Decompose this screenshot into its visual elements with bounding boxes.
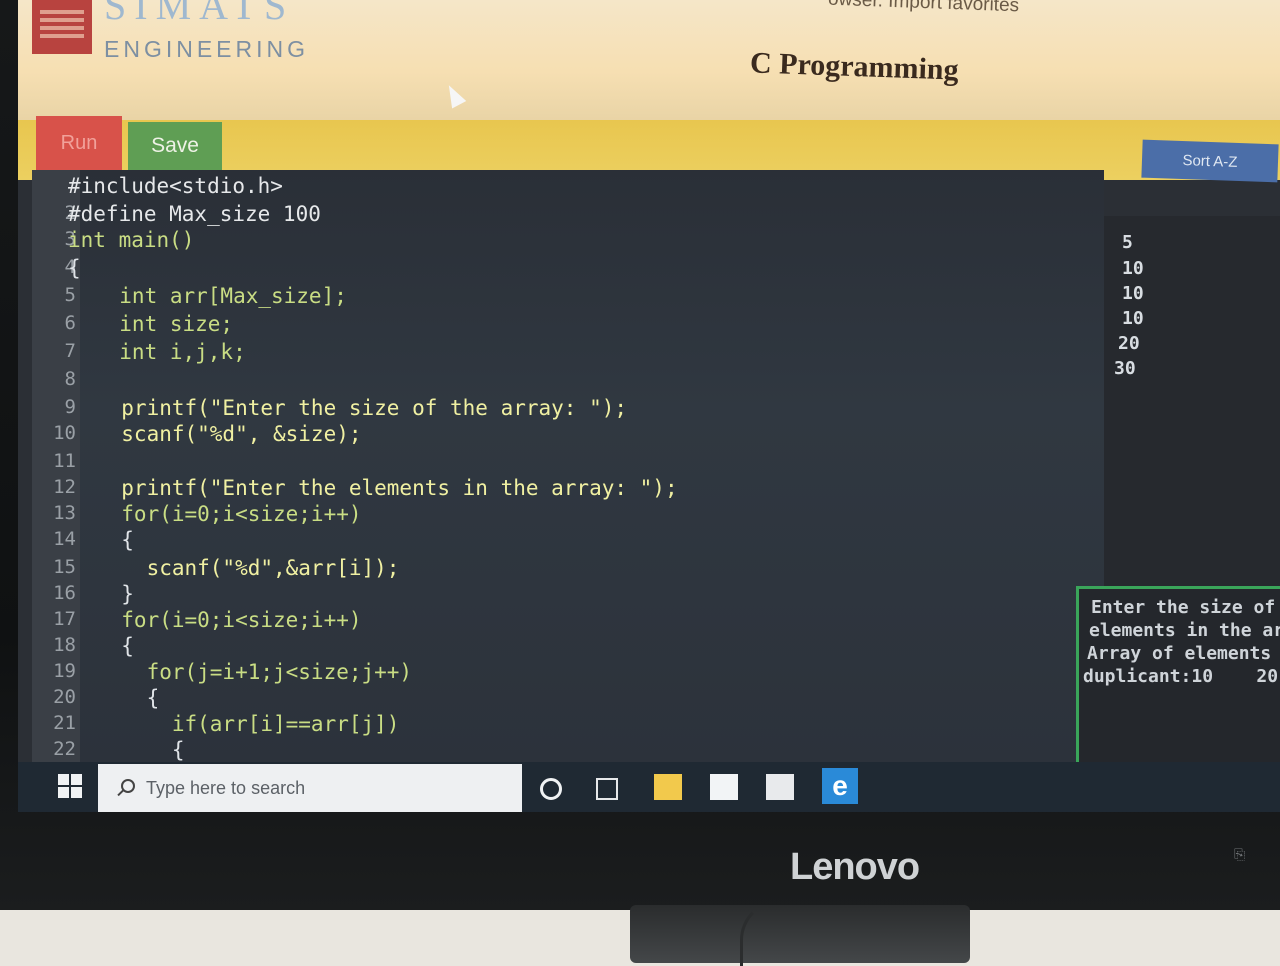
code-text: #define Max_size 100 — [68, 202, 321, 226]
line-number: 18 — [53, 634, 76, 656]
line-number: 13 — [53, 502, 76, 524]
sort-az-button[interactable]: Sort A-Z — [1141, 139, 1279, 183]
code-text: int i,j,k; — [94, 340, 246, 364]
code-line[interactable]: 22 { — [32, 738, 1092, 764]
windows-start-icon[interactable] — [58, 774, 82, 798]
monitor-bezel: SIMATS ENGINEERING owser. Import favorit… — [0, 0, 1280, 910]
code-text: int size; — [94, 312, 234, 336]
line-number: 10 — [53, 422, 76, 444]
console-line: Array of elements a — [1087, 643, 1280, 664]
code-editor[interactable]: #include<stdio.h> 2 #define Max_size 100 3 i… — [32, 170, 1104, 770]
input-value: 10 — [1122, 258, 1144, 279]
screen: SIMATS ENGINEERING owser. Import favorit… — [18, 0, 1280, 812]
code-text: #include<stdio.h> — [68, 174, 283, 198]
line-number: 20 — [53, 686, 76, 708]
input-source-icon[interactable]: ⎘ — [1234, 846, 1256, 876]
brand-name: SIMATS — [104, 0, 295, 28]
monitor-brand-logo: Lenovo — [790, 846, 920, 888]
line-number: 8 — [64, 368, 76, 390]
code-line[interactable]: 11 — [32, 450, 1092, 476]
code-line[interactable]: 18 { — [32, 634, 1092, 660]
brand-subtitle: ENGINEERING — [104, 36, 310, 62]
code-text: printf("Enter the elements in the array:… — [96, 476, 678, 500]
code-line[interactable]: 6 int size; — [32, 312, 1092, 338]
code-text: for(i=0;i<size;i++) — [96, 502, 362, 526]
code-line[interactable]: 2 #define Max_size 100 — [32, 202, 1092, 228]
code-text: int main() — [68, 228, 195, 252]
line-number: 6 — [64, 312, 76, 334]
line-number: 5 — [64, 284, 76, 306]
code-line[interactable]: 5 int arr[Max_size]; — [32, 284, 1092, 310]
task-view-icon[interactable] — [596, 778, 618, 800]
code-line[interactable]: 10 scanf("%d", &size); — [32, 422, 1092, 448]
line-number: 16 — [53, 582, 76, 604]
line-number: 7 — [64, 340, 76, 362]
code-line[interactable]: 3 int main() — [32, 228, 1092, 254]
code-text: if(arr[i]==arr[j]) — [96, 712, 400, 736]
output-console: Enter the size of t elements in the arr … — [1076, 586, 1280, 771]
code-text: scanf("%d", &size); — [96, 422, 362, 446]
file-explorer-icon[interactable] — [654, 774, 682, 800]
code-line[interactable]: 8 — [32, 368, 1092, 394]
line-number: 22 — [53, 738, 76, 760]
input-value: 30 — [1114, 358, 1136, 379]
input-value: 20 — [1118, 333, 1140, 354]
code-text: int arr[Max_size]; — [94, 284, 347, 308]
console-line: elements in the arr — [1089, 620, 1280, 641]
code-line[interactable]: 7 int i,j,k; — [32, 340, 1092, 366]
code-line[interactable]: 16 } — [32, 582, 1092, 608]
run-button[interactable]: Run — [36, 116, 122, 170]
input-value: 10 — [1122, 308, 1144, 329]
search-placeholder: Type here to search — [146, 777, 306, 798]
simats-logo — [32, 0, 92, 54]
line-number: 14 — [53, 528, 76, 550]
line-number: 9 — [64, 396, 76, 418]
input-pane[interactable]: 5 10 10 10 20 30 — [1104, 216, 1280, 588]
code-text: for(j=i+1;j<size;j++) — [96, 660, 413, 684]
search-icon — [116, 779, 135, 797]
console-line: Enter the size of t — [1091, 597, 1280, 618]
code-line[interactable]: 14 { — [32, 528, 1092, 554]
save-button[interactable]: Save — [128, 122, 222, 170]
code-line[interactable]: 13 for(i=0;i<size;i++) — [32, 502, 1092, 528]
line-number: 21 — [53, 712, 76, 734]
code-line[interactable]: 12 printf("Enter the elements in the arr… — [32, 476, 1092, 502]
code-line[interactable]: 19 for(j=i+1;j<size;j++) — [32, 660, 1092, 686]
page-title: C Programming — [749, 46, 960, 87]
browser-import-message[interactable]: owser. Import favorites — [828, 0, 1020, 17]
input-value: 10 — [1122, 283, 1144, 304]
taskbar-search-box[interactable]: Type here to search — [98, 764, 522, 812]
code-text: scanf("%d",&arr[i]); — [96, 556, 400, 580]
code-line[interactable]: 17 for(i=0;i<size;i++) — [32, 608, 1092, 634]
code-line[interactable]: 21 if(arr[i]==arr[j]) — [32, 712, 1092, 738]
store-icon[interactable] — [710, 774, 738, 800]
cortana-icon[interactable] — [540, 778, 562, 800]
code-text: { — [68, 256, 81, 280]
line-number: 17 — [53, 608, 76, 630]
line-number: 11 — [53, 450, 76, 472]
code-line[interactable]: #include<stdio.h> — [32, 174, 1092, 200]
line-number: 19 — [53, 660, 76, 682]
code-text: } — [96, 582, 134, 606]
code-text: { — [96, 686, 160, 710]
code-text: { — [96, 738, 185, 762]
input-value: 5 — [1122, 232, 1133, 253]
code-line[interactable]: 20 { — [32, 686, 1092, 712]
code-line[interactable]: 4{ — [32, 256, 1092, 282]
code-text: for(i=0;i<size;i++) — [96, 608, 362, 632]
code-text: printf("Enter the size of the array: "); — [96, 396, 628, 420]
line-number: 12 — [53, 476, 76, 498]
windows-taskbar: Type here to search e — [18, 762, 1280, 812]
console-line: duplicant:10 20 — [1083, 666, 1279, 687]
edge-icon[interactable]: e — [822, 768, 858, 804]
code-text: { — [96, 634, 134, 658]
code-line[interactable]: 15 scanf("%d",&arr[i]); — [32, 556, 1092, 582]
line-number: 15 — [53, 556, 76, 578]
monitor-cable — [740, 900, 863, 966]
mail-icon[interactable] — [766, 774, 794, 800]
code-line[interactable]: 9 printf("Enter the size of the array: "… — [32, 396, 1092, 422]
site-header: SIMATS ENGINEERING owser. Import favorit… — [18, 0, 1280, 120]
code-text: { — [96, 528, 134, 552]
